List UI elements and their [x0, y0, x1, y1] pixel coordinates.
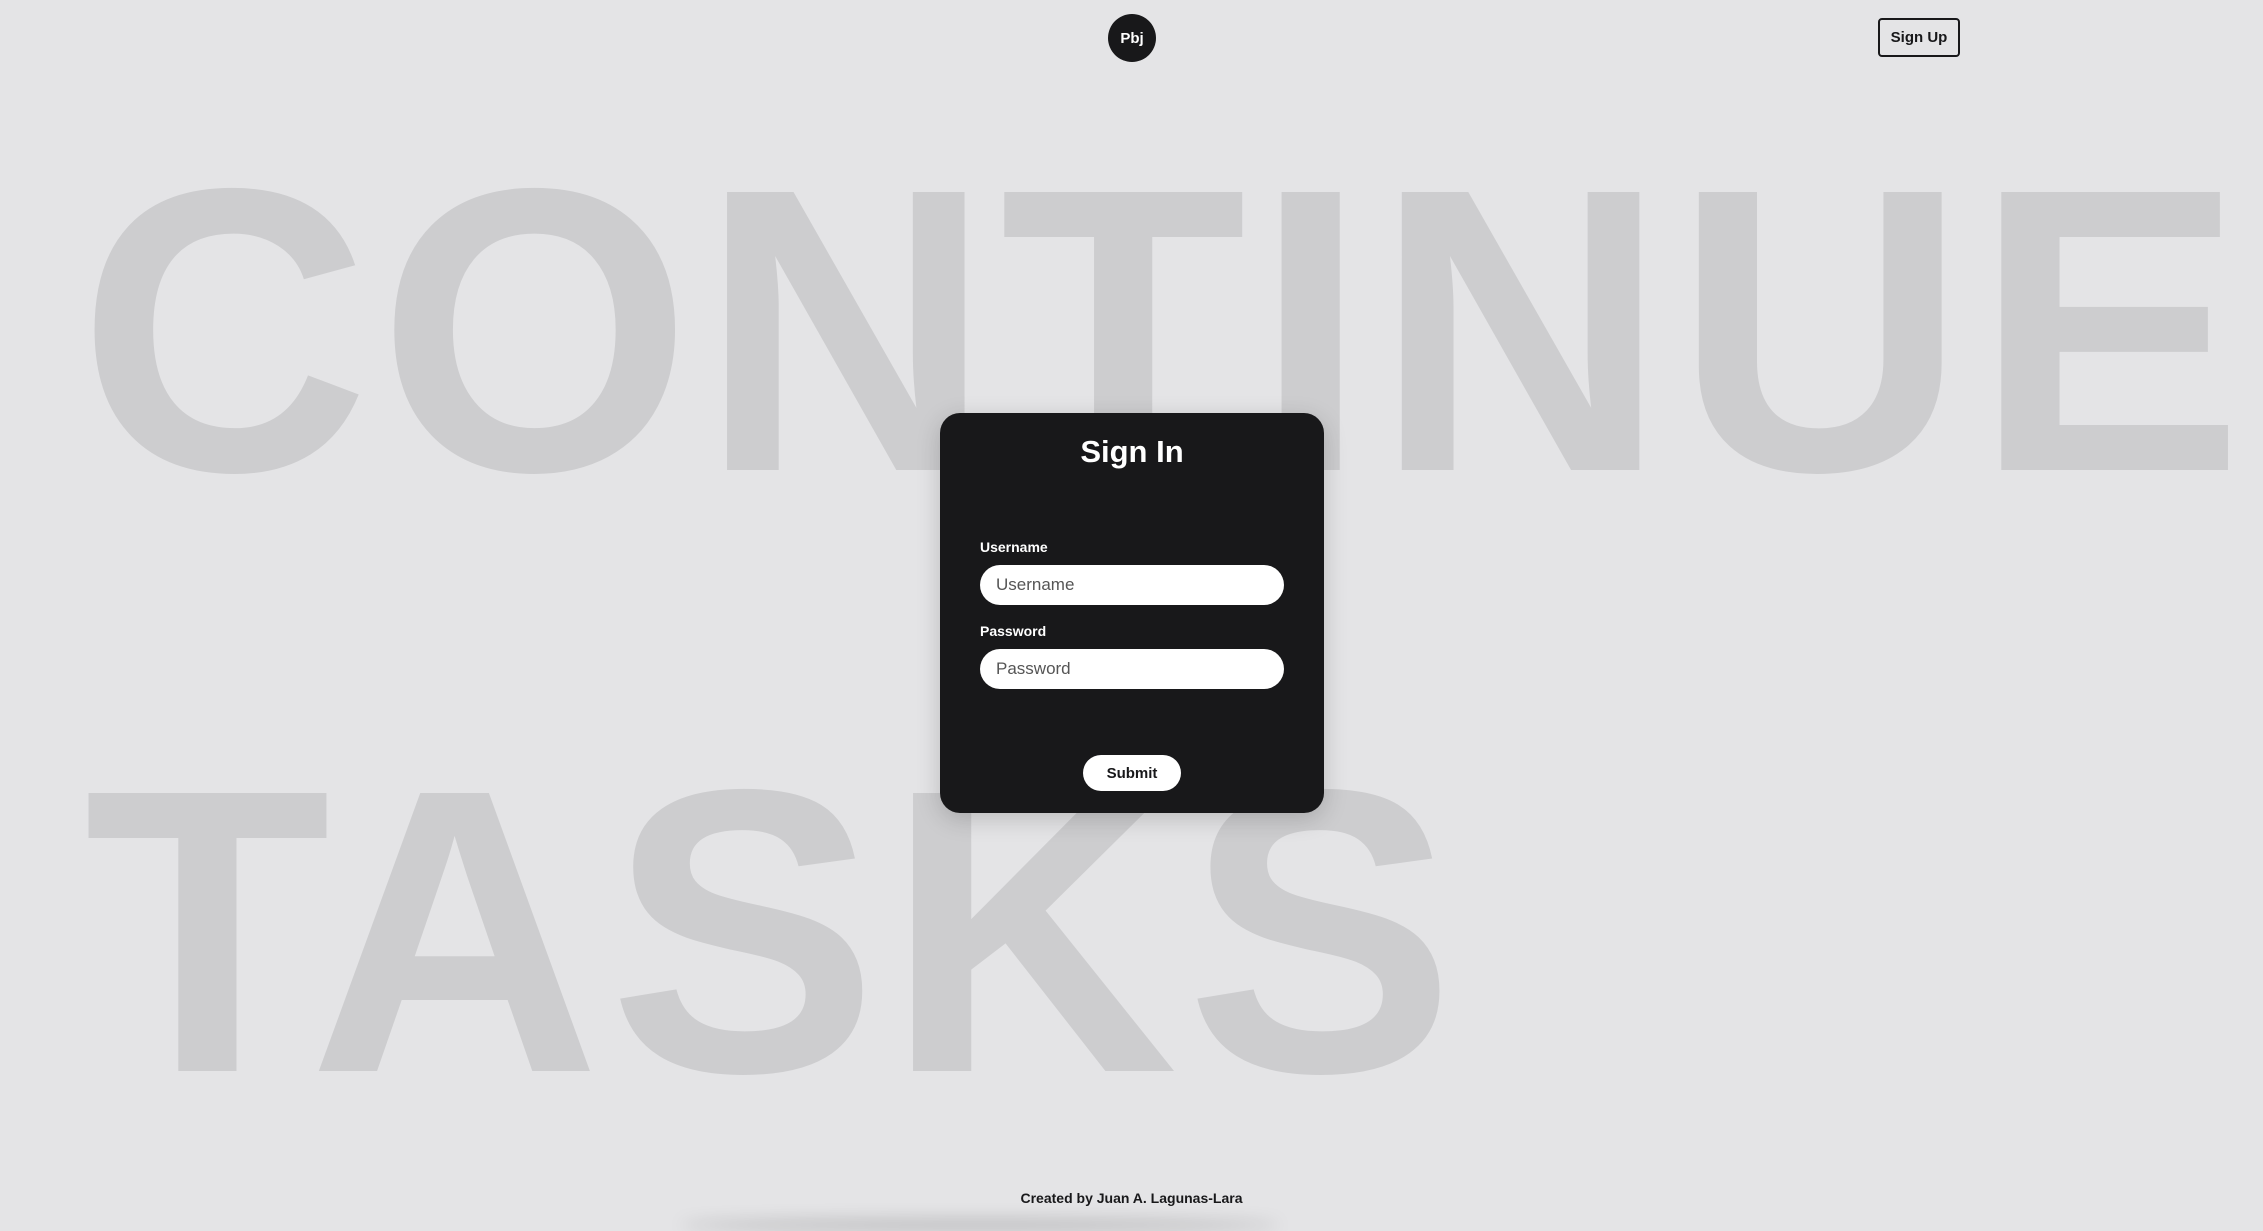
submit-button[interactable]: Submit — [1083, 755, 1181, 791]
logo-text: Pbj — [1120, 29, 1144, 47]
password-label: Password — [980, 623, 1047, 639]
sign-up-button[interactable]: Sign Up — [1878, 18, 1960, 57]
sign-in-title: Sign In — [1080, 434, 1184, 469]
footer-credit: Created by Juan A. Lagunas-Lara — [1020, 1190, 1243, 1206]
username-label: Username — [980, 539, 1048, 555]
footer-shadow-decoration — [680, 1219, 1280, 1231]
password-input[interactable] — [980, 649, 1284, 689]
username-input[interactable] — [980, 565, 1284, 605]
logo-avatar[interactable]: Pbj — [1108, 14, 1156, 62]
sign-in-card: Sign In Username Password Submit — [940, 413, 1324, 813]
